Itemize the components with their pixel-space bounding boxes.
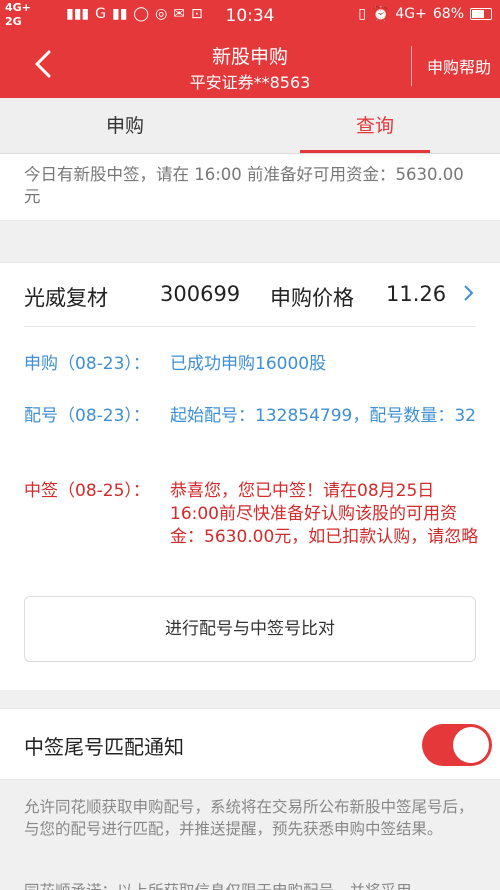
allocation-record-label: 配号（08-23）： — [24, 406, 150, 426]
funds-notice: 今日有新股中签，请在 16:00 前准备好可用资金：5630.00元 — [0, 154, 500, 221]
stock-price: 11.26 — [386, 282, 447, 306]
tab-bar: 申购 查询 — [0, 98, 500, 154]
stock-code: 300699 — [160, 282, 241, 306]
notify-toggle[interactable] — [422, 724, 492, 766]
battery-percent: 68% — [432, 6, 464, 22]
chevron-right-icon — [464, 285, 474, 301]
battery-icon — [470, 8, 492, 20]
battery-fill — [472, 10, 484, 18]
help-button[interactable]: 申购帮助 — [427, 54, 491, 78]
notify-row: 中签尾号匹配通知 — [0, 708, 500, 780]
compare-numbers-button[interactable]: 进行配号与中签号比对 — [24, 596, 476, 662]
navigation-bar: 新股申购 平安证券**8563 申购帮助 — [0, 32, 500, 98]
vibrate-icon: ▯ — [358, 6, 366, 22]
stock-row[interactable]: 光威复材 300699 申购价格 11.26 — [24, 263, 476, 327]
price-label: 申购价格 — [270, 286, 354, 310]
status-bar: 4G+ 2G ▮▮▮ G ▮▮ ◯ ◎ ✉ ⊡ 10:34 ▯ ⏰ 4G+ 68… — [0, 0, 500, 32]
stock-card: 光威复材 300699 申购价格 11.26 申购（08-23）： 已成功申购1… — [0, 262, 500, 690]
toggle-knob — [453, 727, 489, 763]
notify-label: 中签尾号匹配通知 — [24, 735, 184, 759]
page-title: 新股申购 — [211, 46, 288, 68]
notify-description: 允许同花顺获取申购配号，系统将在交易所公布新股中签尾号后，与您的配号进行匹配，并… — [24, 798, 474, 838]
subscribe-record-label: 申购（08-23）： — [24, 354, 150, 374]
subscribe-record-value: 已成功申购16000股 — [170, 354, 327, 374]
privacy-statement: 同花顺承诺：以上所获取信息仅限于申购配号，并将采用 — [24, 880, 480, 890]
network-right-label: 4G+ — [395, 6, 427, 22]
tab-subscribe[interactable]: 申购 — [0, 98, 250, 154]
nav-divider — [411, 46, 412, 86]
allocation-record-value: 起始配号：132854799，配号数量：32 — [170, 406, 476, 426]
winning-record-label: 中签（08-25）： — [24, 481, 150, 501]
stock-name: 光威复材 — [24, 286, 108, 310]
active-tab-indicator — [300, 150, 430, 153]
status-right-icons: ▯ ⏰ 4G+ 68% — [358, 6, 492, 22]
winning-record-value: 恭喜您，您已中签！请在08月25日16:00前尽快准备好认购该股的可用资金：56… — [170, 481, 479, 547]
account-subtitle: 平安证券**8563 — [189, 73, 311, 92]
tab-query[interactable]: 查询 — [250, 98, 500, 154]
alarm-icon: ⏰ — [371, 6, 390, 22]
